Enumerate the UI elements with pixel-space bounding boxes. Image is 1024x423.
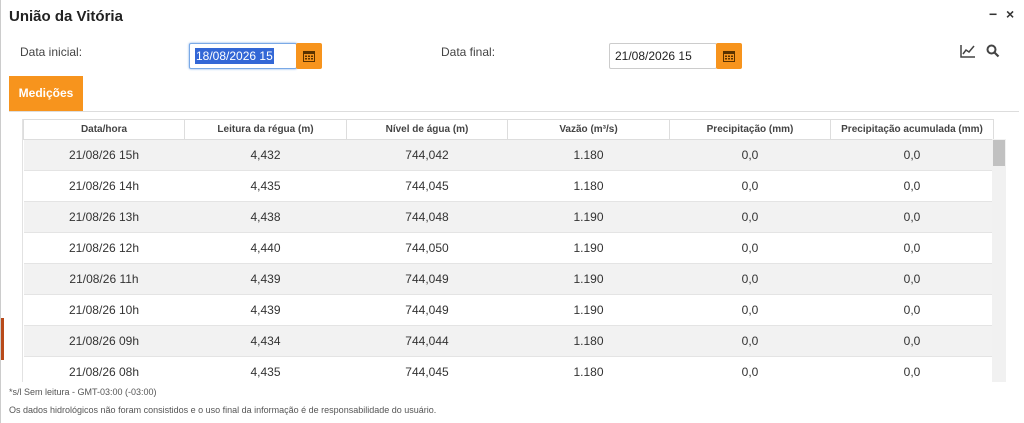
table-cell: 0,0	[830, 170, 994, 202]
table-cell: 21/08/26 12h	[23, 232, 185, 264]
table-row: 21/08/26 10h 4,439 744,049 1.190 0,0 0,0	[23, 294, 994, 326]
table-cell: 4,434	[184, 325, 347, 357]
table-cell: 4,438	[184, 201, 347, 233]
line-chart-icon[interactable]	[960, 44, 976, 63]
table-row: 21/08/26 14h 4,435 744,045 1.180 0,0 0,0	[23, 170, 994, 202]
column-header[interactable]: Data/hora	[23, 119, 185, 140]
table-cell: 0,0	[669, 170, 831, 202]
calendar-icon	[723, 51, 735, 62]
table-cell: 21/08/26 13h	[23, 201, 185, 233]
table-cell: 1.190	[507, 232, 670, 264]
table-cell: 21/08/26 09h	[23, 325, 185, 357]
table-cell: 21/08/26 10h	[23, 294, 185, 326]
table-cell: 4,439	[184, 263, 347, 295]
table-cell: 1.180	[507, 356, 670, 382]
search-icon[interactable]	[986, 44, 1000, 63]
table-cell: 0,0	[830, 139, 994, 171]
table-cell: 4,435	[184, 356, 347, 382]
end-date-input[interactable]: 21/08/2026 15	[609, 43, 717, 69]
table-cell: 1.180	[507, 325, 670, 357]
table-cell: 744,044	[346, 325, 508, 357]
table-cell: 0,0	[669, 356, 831, 382]
table-cell: 1.190	[507, 201, 670, 233]
title-bar: União da Vitória − ×	[1, 0, 1024, 33]
table-cell: 21/08/26 14h	[23, 170, 185, 202]
table-cell: 744,048	[346, 201, 508, 233]
table-cell: 4,440	[184, 232, 347, 264]
table-cell: 0,0	[669, 139, 831, 171]
measurements-table: Data/hora Leitura da régua (m) Nível de …	[23, 119, 994, 382]
table-cell: 21/08/26 11h	[23, 263, 185, 295]
start-date-input[interactable]: 18/08/2026 15	[189, 43, 297, 69]
footnote-disclaimer: Os dados hidrológicos não foram consisti…	[9, 405, 437, 415]
table-cell: 1.190	[507, 263, 670, 295]
column-header[interactable]: Leitura da régua (m)	[184, 119, 347, 140]
table-cell: 4,439	[184, 294, 347, 326]
table-cell: 0,0	[830, 325, 994, 357]
table-cell: 744,045	[346, 170, 508, 202]
table-cell: 4,435	[184, 170, 347, 202]
start-date-calendar-button[interactable]	[296, 43, 322, 69]
table-cell: 21/08/26 15h	[23, 139, 185, 171]
background-edge	[1, 318, 4, 360]
tab-measurements[interactable]: Medições	[9, 76, 83, 111]
scrollbar-thumb[interactable]	[993, 140, 1005, 166]
table-row: 21/08/26 13h 4,438 744,048 1.190 0,0 0,0	[23, 201, 994, 233]
end-date-value: 21/08/2026 15	[615, 49, 692, 63]
footnote-legend: *s/l Sem leitura - GMT-03:00 (-03:00)	[9, 387, 157, 397]
table-header-row: Data/hora Leitura da régua (m) Nível de …	[23, 119, 994, 140]
column-header[interactable]: Nível de água (m)	[346, 119, 508, 140]
table-row: 21/08/26 12h 4,440 744,050 1.190 0,0 0,0	[23, 232, 994, 264]
table-cell: 0,0	[669, 232, 831, 264]
table-cell: 0,0	[830, 232, 994, 264]
table-cell: 0,0	[669, 294, 831, 326]
table-cell: 1.180	[507, 139, 670, 171]
start-date-value: 18/08/2026 15	[195, 48, 274, 64]
table-cell: 744,045	[346, 356, 508, 382]
table-row: 21/08/26 15h 4,432 744,042 1.180 0,0 0,0	[23, 139, 994, 171]
table-row: 21/08/26 09h 4,434 744,044 1.180 0,0 0,0	[23, 325, 994, 357]
table-cell: 0,0	[830, 294, 994, 326]
end-date-label: Data final:	[441, 45, 496, 59]
measurements-table-container: Data/hora Leitura da régua (m) Nível de …	[22, 119, 1007, 382]
minimize-button[interactable]: −	[989, 6, 997, 22]
column-header[interactable]: Vazão (m³/s)	[507, 119, 670, 140]
table-cell: 0,0	[669, 201, 831, 233]
tab-panel-border	[9, 111, 1019, 112]
calendar-icon	[303, 51, 315, 62]
table-cell: 0,0	[669, 263, 831, 295]
window-title: União da Vitória	[9, 8, 123, 25]
table-cell: 0,0	[830, 356, 994, 382]
table-cell: 0,0	[830, 201, 994, 233]
table-cell: 1.180	[507, 170, 670, 202]
end-date-calendar-button[interactable]	[716, 43, 742, 69]
measurements-window: União da Vitória − × Data inicial: 18/08…	[0, 0, 1024, 423]
table-cell: 21/08/26 08h	[23, 356, 185, 382]
table-cell: 744,050	[346, 232, 508, 264]
table-row: 21/08/26 08h 4,435 744,045 1.180 0,0 0,0	[23, 356, 994, 382]
table-cell: 0,0	[669, 325, 831, 357]
table-cell: 0,0	[830, 263, 994, 295]
table-cell: 1.190	[507, 294, 670, 326]
start-date-label: Data inicial:	[20, 45, 83, 59]
table-cell: 4,432	[184, 139, 347, 171]
table-cell: 744,042	[346, 139, 508, 171]
close-button[interactable]: ×	[1006, 6, 1014, 22]
table-row: 21/08/26 11h 4,439 744,049 1.190 0,0 0,0	[23, 263, 994, 295]
column-header[interactable]: Precipitação (mm)	[669, 119, 831, 140]
table-scrollbar[interactable]	[992, 139, 1006, 382]
table-cell: 744,049	[346, 294, 508, 326]
column-header[interactable]: Precipitação acumulada (mm)	[830, 119, 994, 140]
table-cell: 744,049	[346, 263, 508, 295]
